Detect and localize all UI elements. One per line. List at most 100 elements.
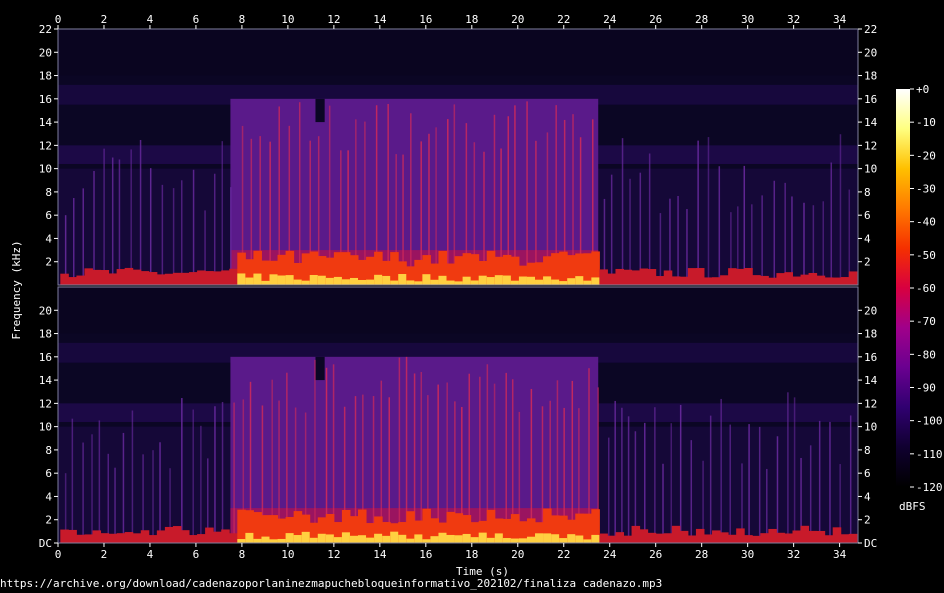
low-frequency-energy <box>213 531 222 543</box>
low-frequency-energy <box>623 269 633 285</box>
low-frequency-energy <box>124 532 134 543</box>
low-frequency-energy <box>180 530 190 543</box>
transient-streak <box>103 148 105 285</box>
x-tick-label: 30 <box>741 13 754 26</box>
low-frequency-energy <box>703 534 713 543</box>
low-frequency-energy <box>736 528 745 543</box>
low-frequency-energy <box>124 267 134 285</box>
x-tick-label: 32 <box>787 13 800 26</box>
x-tick-label: 12 <box>327 13 340 26</box>
low-frequency-energy <box>760 275 769 285</box>
peak-energy <box>261 536 270 543</box>
x-tick-label: 34 <box>833 13 847 26</box>
low-frequency-energy <box>213 271 222 285</box>
peak-energy <box>575 535 584 543</box>
peak-energy <box>583 539 592 543</box>
peak-energy <box>333 537 343 543</box>
transient-streak <box>729 424 731 543</box>
low-frequency-energy <box>792 530 802 543</box>
transient-streak <box>614 400 616 543</box>
transient-streak <box>659 213 662 285</box>
x-tick-label: 30 <box>741 548 754 561</box>
low-frequency-energy <box>253 512 262 543</box>
transient-streak <box>139 139 142 285</box>
low-frequency-energy <box>60 529 69 543</box>
y-tick-label: 14 <box>39 374 53 387</box>
peak-energy <box>237 539 246 543</box>
y-axis-label: Frequency (kHz) <box>10 240 23 339</box>
x-tick-label: 22 <box>557 548 570 561</box>
low-frequency-energy <box>728 534 737 543</box>
transient-streak <box>830 162 833 285</box>
y-tick-label: 10 <box>39 421 52 434</box>
transient-streak <box>233 402 235 543</box>
low-frequency-energy <box>108 273 118 285</box>
y-tick-label: 10 <box>864 163 877 176</box>
low-frequency-energy <box>728 268 737 285</box>
x-tick-label: 6 <box>193 13 200 26</box>
peak-energy <box>293 535 303 543</box>
low-frequency-energy <box>784 272 793 285</box>
low-frequency-energy <box>840 277 850 285</box>
peak-energy <box>535 279 544 285</box>
transient-streak <box>161 184 164 285</box>
y-tick-label: 4 <box>45 232 52 245</box>
peak-energy <box>358 279 367 285</box>
peak-energy <box>526 276 536 285</box>
peak-energy <box>261 280 270 285</box>
peak-energy <box>438 275 448 285</box>
colorbar-tick-label: -60 <box>916 282 936 295</box>
transient-streak <box>410 113 412 286</box>
low-frequency-energy <box>671 525 681 543</box>
transient-streak <box>298 102 301 285</box>
x-tick-label: 26 <box>649 548 662 561</box>
low-frequency-energy <box>647 269 657 285</box>
transient-streak <box>690 440 693 543</box>
transient-streak <box>829 421 831 543</box>
y-tick-label: 12 <box>39 397 52 410</box>
transient-streak <box>709 415 712 543</box>
peak-energy <box>454 281 464 285</box>
low-frequency-energy <box>639 529 649 543</box>
y-tick-label: 14 <box>864 116 878 129</box>
low-frequency-energy <box>631 525 641 543</box>
low-frequency-energy <box>752 535 761 543</box>
transient-streak <box>131 410 134 543</box>
peak-energy <box>309 274 319 285</box>
y-tick-label: 16 <box>39 351 52 364</box>
peak-energy <box>543 276 552 285</box>
transient-streak <box>809 445 812 543</box>
y-tick-label: 6 <box>45 209 52 222</box>
transient-streak <box>627 416 630 543</box>
transient-streak <box>803 202 805 285</box>
transient-streak <box>571 380 574 543</box>
transient-streak <box>761 195 763 285</box>
spectrogram-channels <box>57 28 859 544</box>
low-frequency-energy <box>92 530 102 543</box>
transient-streak <box>387 103 389 285</box>
peak-energy <box>478 275 488 285</box>
peak-energy <box>390 531 399 543</box>
y-tick-label: 22 <box>864 23 877 36</box>
low-frequency-energy <box>164 273 174 285</box>
low-frequency-energy <box>768 277 777 285</box>
peak-energy <box>349 277 359 285</box>
peak-energy <box>325 277 335 285</box>
colorbar-tick-label: -30 <box>916 183 936 196</box>
low-frequency-energy <box>631 270 641 285</box>
low-frequency-energy <box>189 272 198 285</box>
x-tick-label: 0 <box>55 548 62 561</box>
peak-energy <box>325 534 335 543</box>
y-tick-label: 6 <box>864 467 871 480</box>
peak-energy <box>502 275 512 285</box>
transient-streak <box>181 398 183 543</box>
peak-energy <box>398 274 407 285</box>
y-tick-label: 4 <box>864 490 871 503</box>
peak-energy <box>301 531 311 543</box>
y-tick-label: 12 <box>39 139 52 152</box>
low-frequency-energy <box>816 530 826 543</box>
peak-energy <box>358 535 367 543</box>
transient-streak <box>388 397 391 543</box>
low-frequency-energy <box>623 535 633 543</box>
low-frequency-energy <box>221 270 230 285</box>
